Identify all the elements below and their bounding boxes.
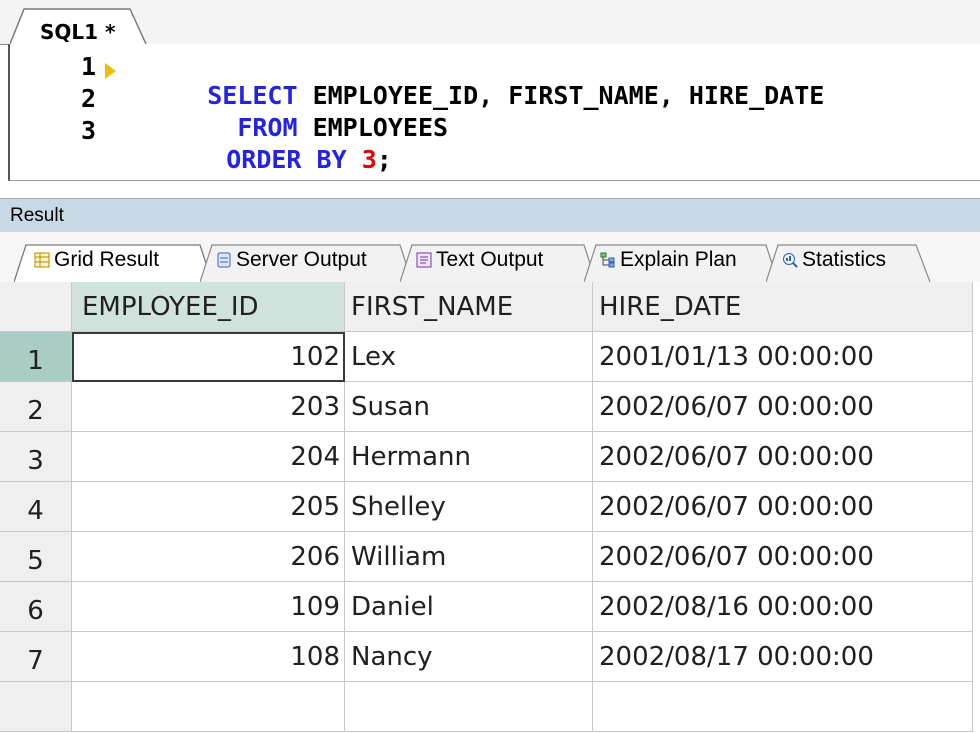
table-row[interactable] [0, 682, 980, 733]
cell-hire-date[interactable] [593, 682, 973, 732]
cell-employee-id[interactable]: 204 [72, 432, 345, 482]
row-number[interactable]: 3 [0, 432, 72, 482]
code-number: 3 [361, 145, 377, 174]
line-number-2: 2 [80, 84, 96, 113]
tab-label: Text Output [436, 248, 544, 271]
cell-first-name[interactable]: William [345, 532, 593, 582]
cell-employee-id[interactable]: 206 [72, 532, 345, 582]
row-number[interactable]: 5 [0, 532, 72, 582]
column-header-hire-date[interactable]: HIRE_DATE [593, 282, 973, 332]
tab-label: Server Output [236, 248, 367, 271]
row-number[interactable]: 1 [0, 332, 72, 382]
row-number[interactable]: 7 [0, 632, 72, 682]
grid-header-row: EMPLOYEE_ID FIRST_NAME HIRE_DATE [0, 282, 980, 333]
tab-grid-result[interactable]: Grid Result [14, 244, 214, 282]
table-row[interactable]: 3 204 Hermann 2002/06/07 00:00:00 [0, 432, 980, 483]
explain-plan-icon [600, 252, 615, 268]
table-row[interactable]: 1 102 Lex 2001/01/13 00:00:00 [0, 332, 980, 383]
tab-label: Grid Result [54, 248, 160, 271]
tab-sql1-label: SQL1 * [40, 20, 116, 44]
tab-label: Explain Plan [620, 248, 737, 271]
text-output-icon [416, 252, 432, 268]
tab-server-output[interactable]: Server Output [200, 244, 414, 282]
cell-employee-id[interactable]: 109 [72, 582, 345, 632]
result-tab-strip: Grid Result Server Output Text Output Ex… [0, 232, 980, 283]
code-text: ; [376, 145, 392, 174]
column-header-first-name[interactable]: FIRST_NAME [345, 282, 593, 332]
cell-first-name[interactable] [345, 682, 593, 732]
sql-editor[interactable]: 1 2 3 SELECT EMPLOYEE_ID, FIRST_NAME, HI… [8, 44, 980, 181]
server-output-icon [217, 252, 231, 268]
result-title: Result [10, 205, 64, 226]
code-line-3[interactable]: ORDER BY 3; [166, 116, 392, 180]
tab-text-output[interactable]: Text Output [400, 244, 598, 282]
cell-hire-date[interactable]: 2002/06/07 00:00:00 [593, 482, 973, 532]
cell-employee-id[interactable]: 108 [72, 632, 345, 682]
tab-statistics[interactable]: Statistics [766, 244, 932, 282]
code-keyword: ORDER BY [226, 145, 362, 174]
cell-hire-date[interactable]: 2001/01/13 00:00:00 [593, 332, 973, 382]
row-number[interactable]: 6 [0, 582, 72, 632]
grid-result-icon [34, 252, 50, 268]
column-header-employee-id[interactable]: EMPLOYEE_ID [72, 282, 345, 332]
cell-hire-date[interactable]: 2002/06/07 00:00:00 [593, 532, 973, 582]
editor-tab-strip: SQL1 * [0, 0, 980, 45]
cell-first-name[interactable]: Hermann [345, 432, 593, 482]
cell-hire-date[interactable]: 2002/08/17 00:00:00 [593, 632, 973, 682]
cell-hire-date[interactable]: 2002/06/07 00:00:00 [593, 432, 973, 482]
cell-first-name[interactable]: Nancy [345, 632, 593, 682]
table-row[interactable]: 7 108 Nancy 2002/08/17 00:00:00 [0, 632, 980, 683]
current-line-marker-icon [105, 63, 116, 79]
tab-explain-plan[interactable]: Explain Plan [584, 244, 780, 282]
cell-first-name[interactable]: Daniel [345, 582, 593, 632]
cell-first-name[interactable]: Shelley [345, 482, 593, 532]
line-number-1: 1 [80, 52, 96, 81]
row-number[interactable]: 2 [0, 382, 72, 432]
table-row[interactable]: 2 203 Susan 2002/06/07 00:00:00 [0, 382, 980, 433]
row-number[interactable] [0, 682, 72, 732]
cell-hire-date[interactable]: 2002/08/16 00:00:00 [593, 582, 973, 632]
grid-corner[interactable] [0, 282, 72, 332]
tab-label: Statistics [802, 248, 887, 271]
table-row[interactable]: 6 109 Daniel 2002/08/16 00:00:00 [0, 582, 980, 633]
cell-employee-id[interactable] [72, 682, 345, 732]
cell-first-name[interactable]: Lex [345, 332, 593, 382]
table-row[interactable]: 4 205 Shelley 2002/06/07 00:00:00 [0, 482, 980, 533]
cell-hire-date[interactable]: 2002/06/07 00:00:00 [593, 382, 973, 432]
row-number[interactable]: 4 [0, 482, 72, 532]
result-grid[interactable]: EMPLOYEE_ID FIRST_NAME HIRE_DATE 1 102 L… [0, 282, 980, 732]
cell-employee-id[interactable]: 102 [72, 332, 345, 382]
statistics-icon [783, 253, 798, 268]
cell-employee-id[interactable]: 205 [72, 482, 345, 532]
cell-first-name[interactable]: Susan [345, 382, 593, 432]
table-row[interactable]: 5 206 William 2002/06/07 00:00:00 [0, 532, 980, 583]
result-panel-header: Result [0, 198, 980, 233]
cell-employee-id[interactable]: 203 [72, 382, 345, 432]
line-number-3: 3 [80, 116, 96, 145]
